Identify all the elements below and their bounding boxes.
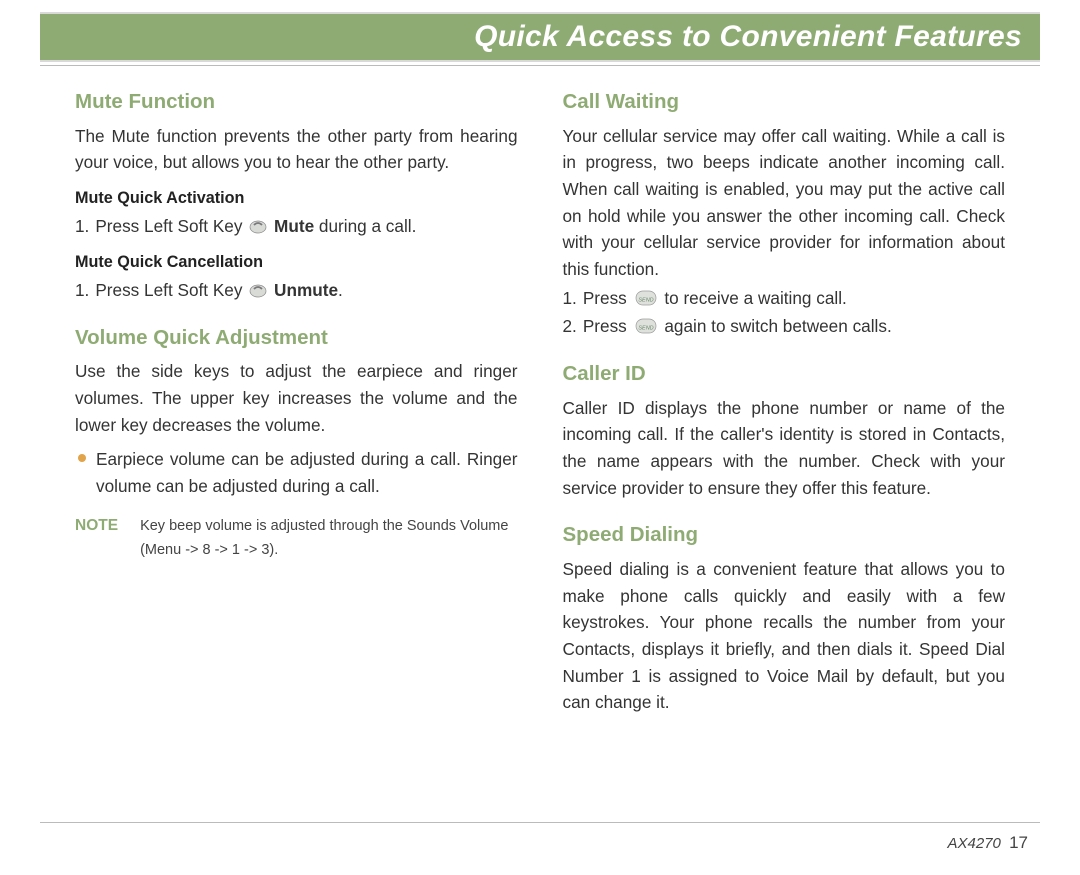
step-text: Press Left Soft Key Unmute. xyxy=(95,277,517,304)
bullet-text: Earpiece volume can be adjusted during a… xyxy=(96,446,518,499)
svg-text:SEND: SEND xyxy=(638,297,653,303)
footer-page-number: 17 xyxy=(1009,833,1028,852)
callwaiting-step2: 2. Press SEND again to switch between ca… xyxy=(563,313,1006,340)
step-bold: Unmute xyxy=(274,280,338,300)
bullet-icon xyxy=(78,454,86,462)
step-number: 1. xyxy=(75,277,89,304)
page-title: Quick Access to Convenient Features xyxy=(58,20,1022,54)
heading-caller-id: Caller ID xyxy=(563,358,1006,390)
step-post: during a call. xyxy=(314,216,416,236)
step-pre: Press xyxy=(583,316,632,336)
mute-cancel-step: 1. Press Left Soft Key Unmute. xyxy=(75,277,518,304)
heading-call-waiting: Call Waiting xyxy=(563,86,1006,118)
step-text: Press SEND to receive a waiting call. xyxy=(583,285,1005,312)
step-pre: Press Left Soft Key xyxy=(95,280,247,300)
heading-volume: Volume Quick Adjustment xyxy=(75,322,518,354)
softkey-icon xyxy=(249,281,267,299)
divider-top xyxy=(40,65,1040,66)
step-text: Press SEND again to switch between calls… xyxy=(583,313,1005,340)
page-footer: AX4270 17 xyxy=(948,833,1028,853)
step-number: 1. xyxy=(563,285,577,312)
step-number: 2. xyxy=(563,313,577,340)
send-key-icon: SEND xyxy=(634,317,658,335)
mute-intro: The Mute function prevents the other par… xyxy=(75,123,518,176)
step-number: 1. xyxy=(75,213,89,240)
heading-mute-activation: Mute Quick Activation xyxy=(75,186,518,211)
callwaiting-step1: 1. Press SEND to receive a waiting call. xyxy=(563,285,1006,312)
note-body: Key beep volume is adjusted through the … xyxy=(140,514,517,563)
send-key-icon: SEND xyxy=(634,289,658,307)
content-columns: Mute Function The Mute function prevents… xyxy=(40,78,1040,716)
step-post: . xyxy=(338,280,343,300)
mute-activation-step: 1. Press Left Soft Key Mute during a cal… xyxy=(75,213,518,240)
step-text: Press Left Soft Key Mute during a call. xyxy=(95,213,517,240)
volume-body: Use the side keys to adjust the earpiece… xyxy=(75,358,518,438)
title-bar: Quick Access to Convenient Features xyxy=(40,12,1040,62)
heading-speed-dial: Speed Dialing xyxy=(563,519,1006,551)
speed-body: Speed dialing is a convenient feature th… xyxy=(563,556,1006,716)
note-label: NOTE xyxy=(75,514,118,538)
step-post: to receive a waiting call. xyxy=(664,288,846,308)
divider-bottom xyxy=(40,822,1040,823)
column-left: Mute Function The Mute function prevents… xyxy=(75,86,518,716)
heading-mute: Mute Function xyxy=(75,86,518,118)
softkey-icon xyxy=(249,217,267,235)
callerid-body: Caller ID displays the phone number or n… xyxy=(563,395,1006,502)
svg-text:SEND: SEND xyxy=(638,326,653,332)
volume-note: NOTE Key beep volume is adjusted through… xyxy=(75,514,518,563)
step-bold: Mute xyxy=(274,216,314,236)
step-pre: Press Left Soft Key xyxy=(95,216,247,236)
step-post: again to switch between calls. xyxy=(664,316,891,336)
heading-mute-cancellation: Mute Quick Cancellation xyxy=(75,250,518,275)
column-right: Call Waiting Your cellular service may o… xyxy=(563,86,1006,716)
step-pre: Press xyxy=(583,288,632,308)
volume-bullet: Earpiece volume can be adjusted during a… xyxy=(75,446,518,499)
footer-model: AX4270 xyxy=(948,835,1001,852)
callwaiting-body: Your cellular service may offer call wai… xyxy=(563,123,1006,283)
